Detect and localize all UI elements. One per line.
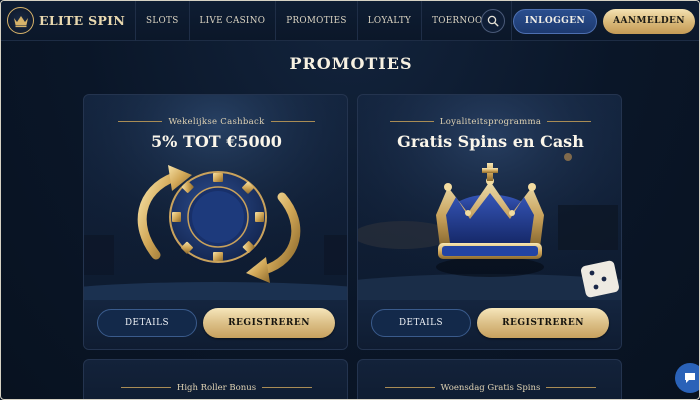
promo-eyebrow: Loyaliteitsprogramma <box>358 117 621 127</box>
promo-card-high-roller: High Roller Bonus <box>83 359 349 399</box>
page-title: PROMOTIES <box>289 54 413 73</box>
page: ELITE SPIN SLOTS LIVE CASINO PROMOTIES L… <box>0 0 700 400</box>
chat-icon <box>685 373 695 383</box>
details-button[interactable]: DETAILS <box>97 309 197 337</box>
nav-actions: INLOGGEN AANMELDEN <box>481 1 695 41</box>
promo-headline: 5% TOT €5000 <box>151 132 282 151</box>
details-button[interactable]: DETAILS <box>371 309 471 337</box>
register-button[interactable]: REGISTREREN <box>477 308 609 338</box>
crown-logo-icon <box>7 7 34 34</box>
promo-eyebrow: Woensdag Gratis Spins <box>358 383 623 393</box>
promo-card-wednesday-spins: Woensdag Gratis Spins <box>357 359 623 399</box>
promo-eyebrow: Wekelijkse Cashback <box>84 117 347 127</box>
nav-item-promoties[interactable]: PROMOTIES <box>276 1 358 41</box>
login-button[interactable]: INLOGGEN <box>513 8 597 34</box>
main-nav: SLOTS LIVE CASINO PROMOTIES LOYALTY TOER… <box>136 1 512 41</box>
brand-name: ELITE SPIN <box>39 13 126 28</box>
promo-headline: Gratis Spins en Cash <box>397 132 584 151</box>
brand-logo[interactable]: ELITE SPIN <box>7 1 125 41</box>
search-icon <box>487 15 499 27</box>
nav-item-live-casino[interactable]: LIVE CASINO <box>190 1 277 41</box>
promo-eyebrow: High Roller Bonus <box>84 383 349 393</box>
nav-item-slots[interactable]: SLOTS <box>136 1 190 41</box>
register-button[interactable]: REGISTREREN <box>203 308 335 338</box>
promo-card-cashback: Wekelijkse Cashback 5% TOT €5000 DETAILS… <box>83 94 348 350</box>
top-navbar: ELITE SPIN SLOTS LIVE CASINO PROMOTIES L… <box>1 1 699 41</box>
signup-button[interactable]: AANMELDEN <box>603 8 695 34</box>
search-button[interactable] <box>481 9 505 33</box>
promo-actions: DETAILS REGISTREREN <box>358 300 621 349</box>
promo-card-loyalty: Loyaliteitsprogramma Gratis Spins en Cas… <box>357 94 622 350</box>
chat-button[interactable] <box>675 363 699 393</box>
nav-item-loyalty[interactable]: LOYALTY <box>358 1 423 41</box>
promo-actions: DETAILS REGISTREREN <box>84 300 347 349</box>
